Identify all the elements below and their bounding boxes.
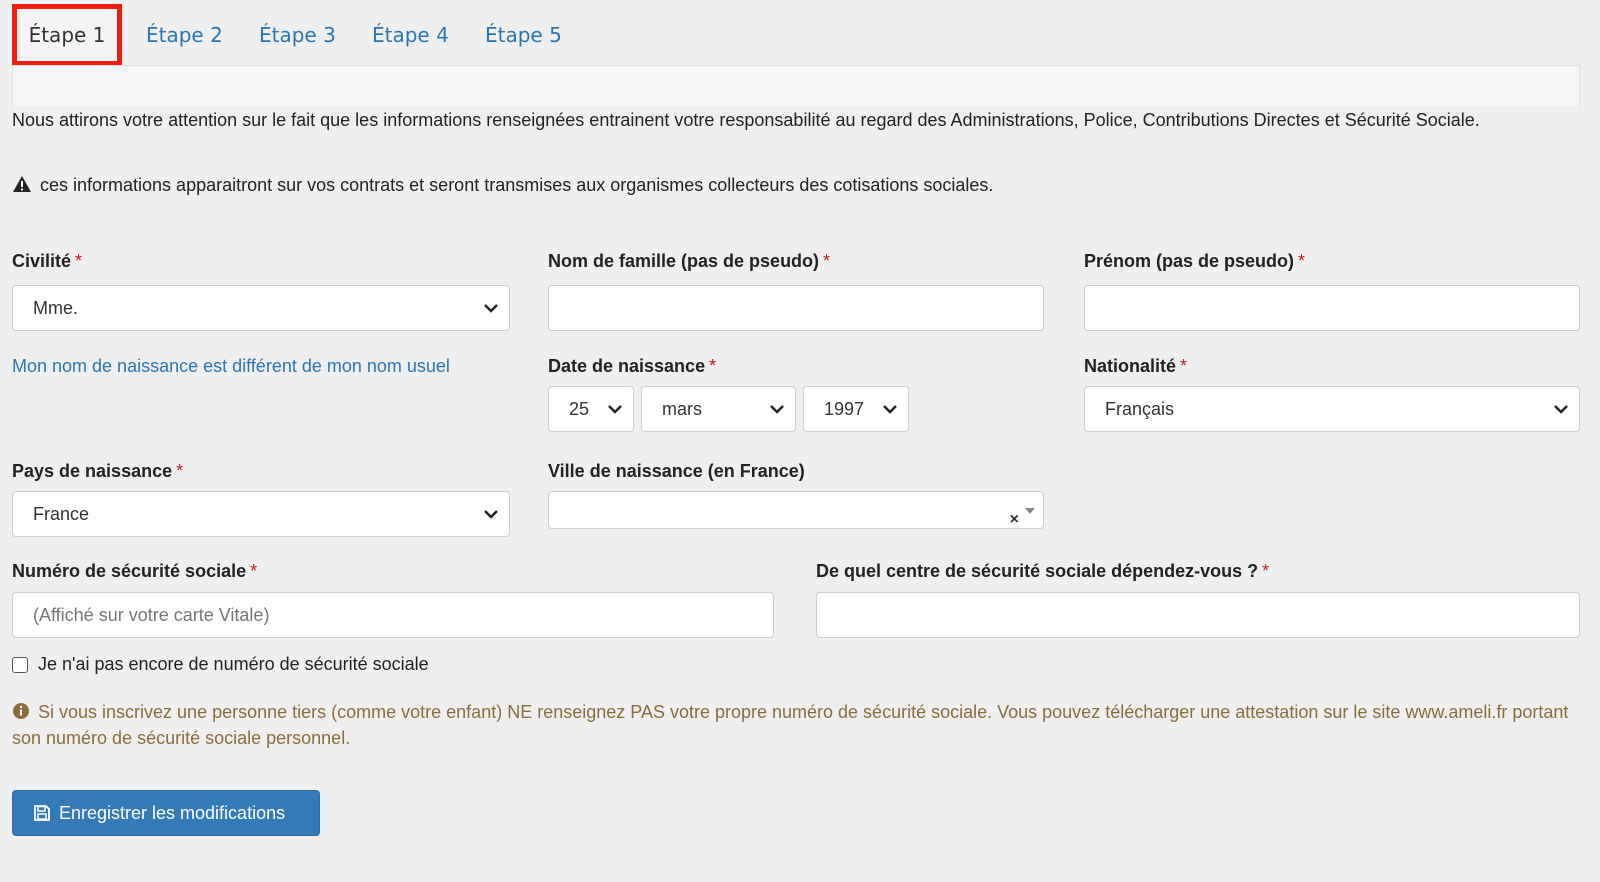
save-button-label: Enregistrer les modifications: [59, 803, 286, 823]
tab-etape-4[interactable]: Étape 4: [372, 4, 449, 66]
centre-secu-input[interactable]: [816, 592, 1580, 638]
chevron-down-icon: [484, 510, 498, 519]
ville-naissance-label: Ville de naissance (en France): [548, 461, 805, 481]
clear-icon[interactable]: ×: [1010, 502, 1019, 538]
no-secu-checkbox[interactable]: [12, 657, 28, 673]
pays-naissance-select[interactable]: France: [12, 491, 510, 537]
warning-notice: ces informations apparaitront sur vos co…: [12, 172, 1572, 198]
civilite-select[interactable]: Mme.: [12, 285, 510, 331]
save-button[interactable]: Enregistrer les modifications: [12, 790, 320, 836]
birth-year-select[interactable]: 1997: [803, 386, 909, 432]
no-secu-label[interactable]: Je n'ai pas encore de numéro de sécurité…: [38, 651, 429, 677]
info-circle-icon: [12, 701, 30, 719]
chevron-down-icon: [484, 304, 498, 313]
nationalite-label: Nationalité *: [1084, 356, 1188, 376]
birth-name-link[interactable]: Mon nom de naissance est différent de mo…: [12, 354, 450, 378]
prenom-input[interactable]: [1084, 285, 1580, 331]
chevron-down-icon: [608, 405, 622, 414]
tab-etape-1[interactable]: Étape 1: [12, 4, 122, 66]
step-tabs: Étape 1 Étape 2 Étape 3 Étape 4 Étape 5: [12, 4, 1580, 66]
floppy-disk-icon: [33, 794, 51, 821]
info-text: Si vous inscrivez une personne tiers (co…: [12, 702, 1569, 748]
ville-naissance-combobox[interactable]: ×: [548, 491, 1044, 529]
responsibility-notice: Nous attirons votre attention sur le fai…: [12, 110, 1480, 130]
centre-secu-label: De quel centre de sécurité sociale dépen…: [816, 561, 1270, 581]
tab-etape-3[interactable]: Étape 3: [259, 4, 336, 66]
warning-triangle-icon: [12, 174, 32, 192]
date-naissance-label: Date de naissance *: [548, 356, 717, 376]
pays-naissance-label: Pays de naissance *: [12, 461, 184, 481]
nationalite-select[interactable]: Français: [1084, 386, 1580, 432]
tab-etape-2[interactable]: Étape 2: [146, 4, 223, 66]
chevron-down-icon: [770, 405, 784, 414]
tab-panel-header: [12, 66, 1580, 106]
birth-month-select[interactable]: mars: [641, 386, 796, 432]
warning-text: ces informations apparaitront sur vos co…: [40, 175, 994, 195]
civilite-label: Civilité *: [12, 251, 83, 271]
secu-input[interactable]: [12, 592, 774, 638]
chevron-down-icon: [1554, 405, 1568, 414]
tab-etape-5[interactable]: Étape 5: [485, 4, 562, 66]
nom-label: Nom de famille (pas de pseudo) *: [548, 251, 831, 271]
nom-input[interactable]: [548, 285, 1044, 331]
chevron-down-icon: [883, 405, 897, 414]
secu-label: Numéro de sécurité sociale *: [12, 561, 258, 581]
birth-day-select[interactable]: 25: [548, 386, 634, 432]
third-party-info: Si vous inscrivez une personne tiers (co…: [12, 699, 1572, 751]
caret-down-icon: [1025, 508, 1035, 514]
prenom-label: Prénom (pas de pseudo) *: [1084, 251, 1306, 271]
